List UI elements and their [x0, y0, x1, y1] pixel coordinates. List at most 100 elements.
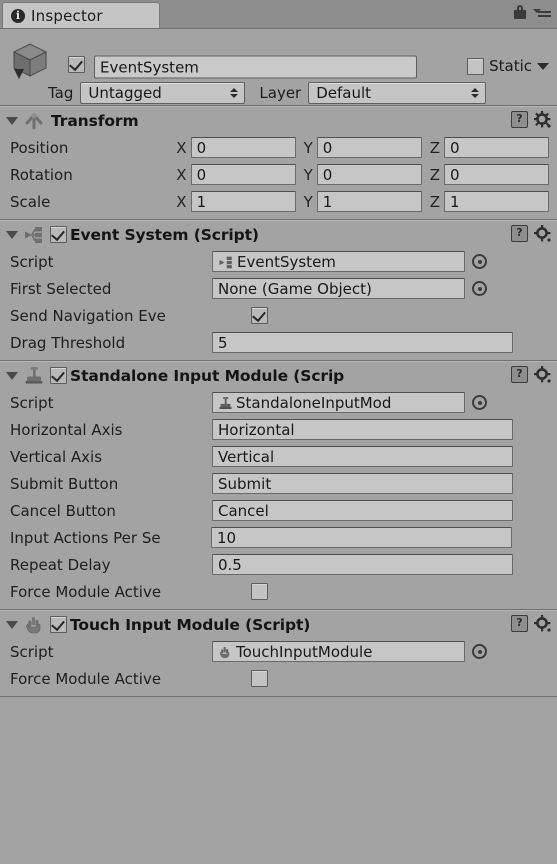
axis-x-label: X	[176, 165, 187, 184]
axis-y-label: Y	[303, 165, 313, 184]
script-label: Script	[10, 393, 54, 412]
component-touch-input-module-enabled-checkbox[interactable]	[50, 616, 67, 633]
force-module-active-checkbox[interactable]	[251, 583, 268, 600]
touch-input-module-rows: Script TouchInputModule Force Module Act…	[0, 638, 557, 696]
script-label: Script	[10, 642, 54, 661]
scale-z-input[interactable]: 1	[444, 191, 549, 212]
gameobject-name-input[interactable]: EventSystem	[94, 55, 417, 79]
tag-dropdown[interactable]: Untagged	[80, 82, 246, 104]
help-book-icon[interactable]: ?	[511, 366, 528, 383]
object-picker-icon[interactable]	[472, 644, 487, 659]
submit-button-input[interactable]: Submit	[212, 473, 513, 494]
script-value: EventSystem	[237, 252, 336, 271]
joystick-icon	[218, 396, 233, 409]
gear-icon[interactable]	[534, 366, 551, 383]
component-standalone-input-module-enabled-checkbox[interactable]	[50, 367, 67, 384]
component-standalone-input-module-header[interactable]: Standalone Input Module (Scrip ?	[0, 362, 557, 389]
foldout-arrow-icon[interactable]	[6, 116, 18, 125]
position-y-input[interactable]: 0	[316, 137, 422, 158]
lock-icon[interactable]	[514, 5, 526, 19]
event-system-icon	[23, 225, 45, 245]
submit-button-value: Submit	[218, 474, 272, 493]
cube-icon[interactable]	[8, 39, 52, 83]
force-module-active-label: Force Module Active	[10, 669, 162, 688]
component-transform-header[interactable]: Transform ?	[0, 107, 557, 134]
send-navigation-events-checkbox[interactable]	[251, 307, 268, 324]
chevron-down-icon[interactable]	[537, 62, 549, 70]
tab-inspector-label: Inspector	[31, 6, 103, 25]
rotation-label: Rotation	[10, 165, 73, 184]
help-book-icon[interactable]: ?	[511, 111, 528, 128]
transform-axis-icon	[23, 111, 45, 131]
help-book-icon[interactable]: ?	[511, 615, 528, 632]
object-picker-icon[interactable]	[472, 281, 487, 296]
scale-y-input[interactable]: 1	[316, 191, 422, 212]
rotation-z-input[interactable]: 0	[444, 164, 549, 185]
cancel-button-input[interactable]: Cancel	[212, 500, 513, 521]
foldout-arrow-icon[interactable]	[6, 620, 18, 629]
field-row-script: Script EventSystem	[0, 248, 557, 275]
cancel-button-value: Cancel	[218, 501, 269, 520]
static-checkbox[interactable]	[467, 57, 485, 75]
help-book-icon[interactable]: ?	[511, 225, 528, 242]
position-z-input[interactable]: 0	[444, 137, 549, 158]
horizontal-axis-input[interactable]: Horizontal	[212, 419, 513, 440]
script-object-field[interactable]: EventSystem	[212, 251, 465, 272]
axis-z-label: Z	[429, 192, 440, 211]
component-touch-input-module: Touch Input Module (Script) ? Script Tou…	[0, 610, 557, 697]
foldout-arrow-icon[interactable]	[6, 230, 18, 239]
component-touch-input-module-title: Touch Input Module (Script)	[70, 615, 311, 634]
rotation-x-input[interactable]: 0	[190, 164, 296, 185]
script-object-field[interactable]: StandaloneInputMod	[212, 392, 465, 413]
transform-position-row: Position X 0 Y 0 Z 0	[0, 134, 557, 161]
gear-icon[interactable]	[534, 615, 551, 632]
drag-threshold-value: 5	[218, 333, 228, 352]
layer-dropdown[interactable]: Default	[308, 82, 487, 104]
foldout-arrow-icon[interactable]	[6, 371, 18, 380]
field-row-first-selected: First Selected None (Game Object)	[0, 275, 557, 302]
object-picker-icon[interactable]	[472, 254, 487, 269]
gear-icon[interactable]	[534, 225, 551, 242]
vertical-axis-label: Vertical Axis	[10, 447, 103, 466]
object-picker-icon[interactable]	[472, 395, 487, 410]
script-label: Script	[10, 252, 54, 271]
axis-y-label: Y	[303, 192, 313, 211]
cancel-button-label: Cancel Button	[10, 501, 116, 520]
gear-icon[interactable]	[534, 111, 551, 128]
axis-y-label: Y	[303, 138, 313, 157]
layer-value: Default	[316, 84, 372, 102]
field-row-repeat-delay: Repeat Delay 0.5	[0, 551, 557, 578]
horizontal-axis-label: Horizontal Axis	[10, 420, 123, 439]
input-actions-per-second-input[interactable]: 10	[211, 527, 512, 548]
first-selected-object-field[interactable]: None (Game Object)	[212, 278, 465, 299]
field-row-input-actions-per-second: Input Actions Per Se 10	[0, 524, 557, 551]
script-value: TouchInputModule	[236, 642, 373, 661]
drag-threshold-input[interactable]: 5	[212, 332, 513, 353]
position-x-input[interactable]: 0	[190, 137, 296, 158]
repeat-delay-input[interactable]: 0.5	[212, 554, 513, 575]
rotation-y-input[interactable]: 0	[316, 164, 422, 185]
field-row-force-module-active: Force Module Active	[0, 665, 557, 692]
static-control: Static	[467, 57, 549, 75]
send-navigation-events-label: Send Navigation Eve	[10, 306, 166, 325]
scale-x-input[interactable]: 1	[190, 191, 296, 212]
force-module-active-checkbox[interactable]	[251, 670, 268, 687]
field-row-force-module-active: Force Module Active	[0, 578, 557, 605]
transform-rotation-row: Rotation X 0 Y 0 Z 0	[0, 161, 557, 188]
component-event-system: Event System (Script) ? Script EventSyst…	[0, 220, 557, 361]
component-standalone-input-module-title: Standalone Input Module (Scrip	[70, 366, 345, 385]
component-touch-input-module-header[interactable]: Touch Input Module (Script) ?	[0, 611, 557, 638]
input-actions-per-second-value: 10	[217, 528, 237, 547]
vertical-axis-input[interactable]: Vertical	[212, 446, 513, 467]
component-event-system-enabled-checkbox[interactable]	[50, 226, 67, 243]
component-event-system-title: Event System (Script)	[70, 225, 259, 244]
tab-inspector[interactable]: i Inspector	[2, 2, 160, 28]
component-event-system-header[interactable]: Event System (Script) ?	[0, 221, 557, 248]
horizontal-axis-value: Horizontal	[218, 420, 295, 439]
component-standalone-input-module: Standalone Input Module (Scrip ? Script …	[0, 361, 557, 610]
menu-icon[interactable]	[533, 6, 551, 18]
gameobject-active-checkbox[interactable]	[68, 56, 85, 73]
tag-value: Untagged	[88, 84, 162, 102]
script-object-field[interactable]: TouchInputModule	[212, 641, 465, 662]
field-row-script: Script TouchInputModule	[0, 638, 557, 665]
